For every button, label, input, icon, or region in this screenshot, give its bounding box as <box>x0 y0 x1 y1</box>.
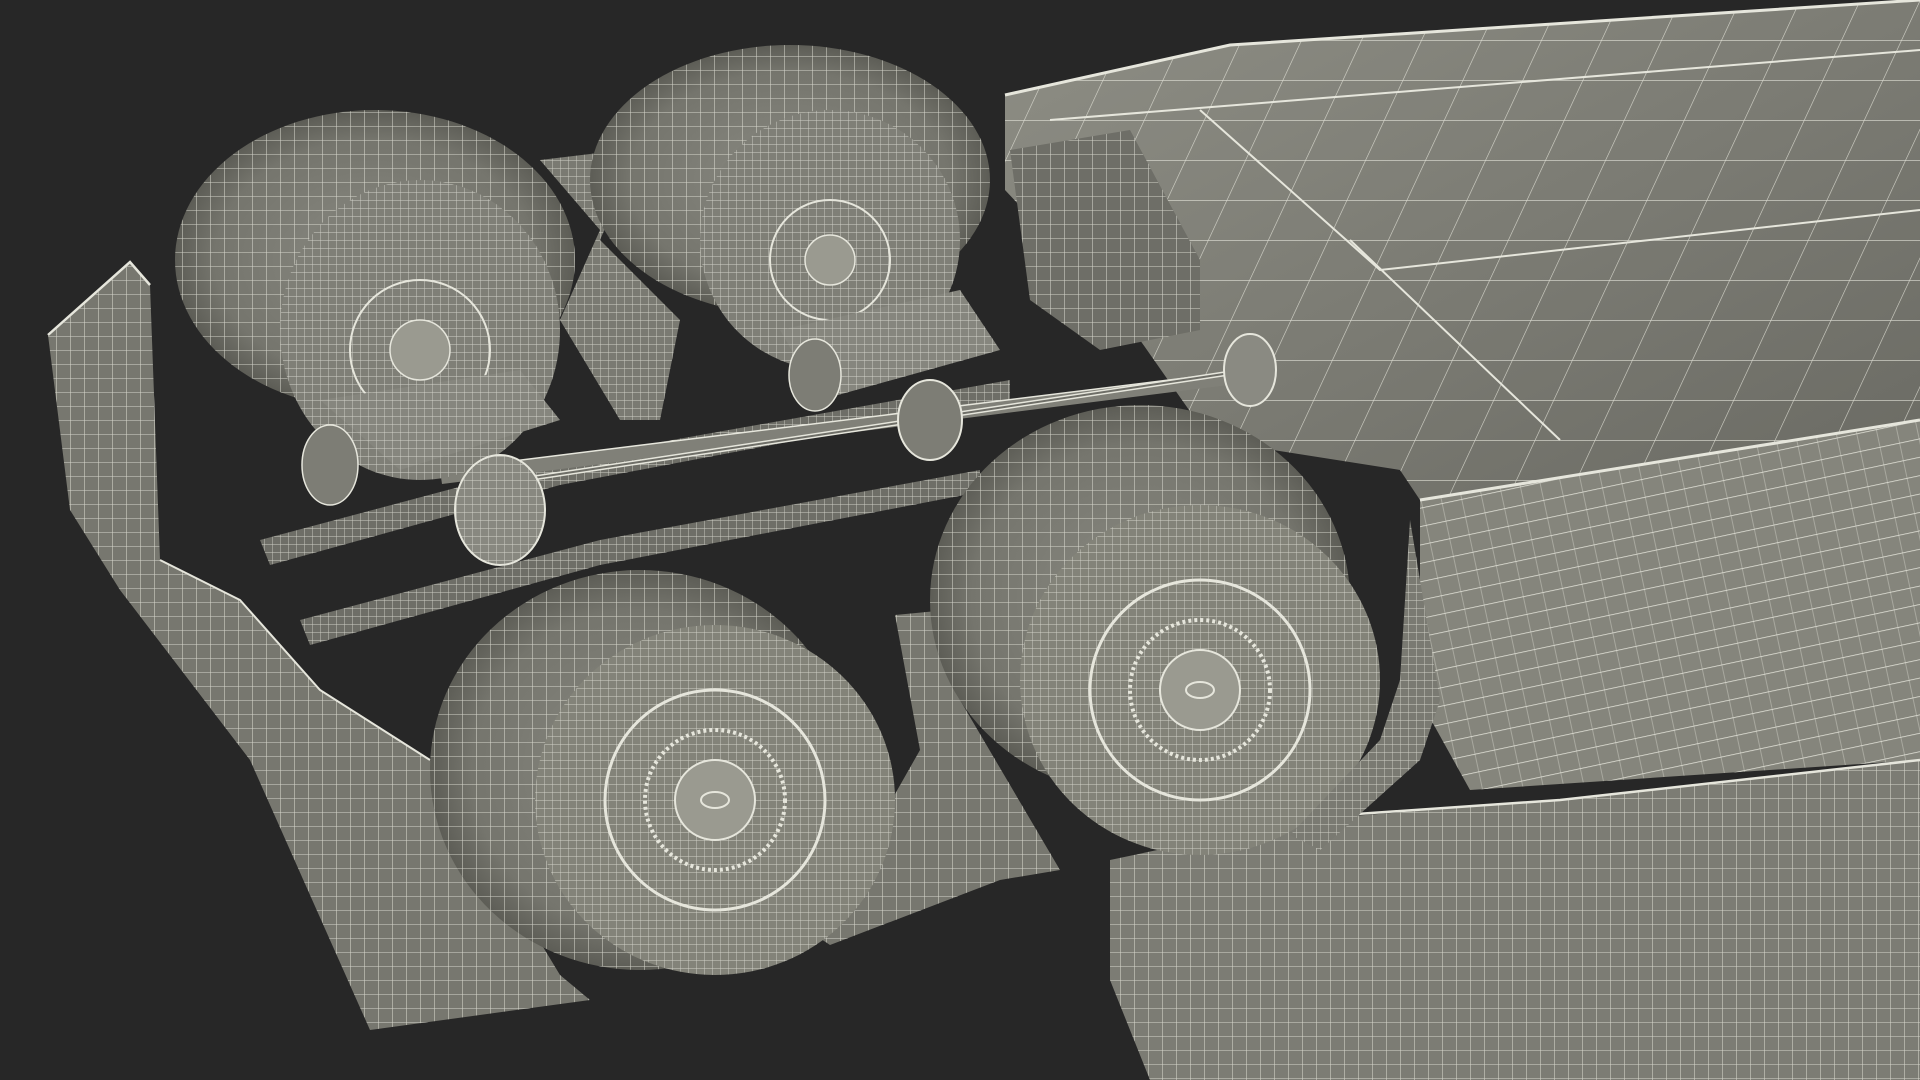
wireframe-render <box>47 0 1920 1080</box>
render-viewport <box>0 0 1920 1080</box>
rear-left-tire-front <box>430 570 895 975</box>
